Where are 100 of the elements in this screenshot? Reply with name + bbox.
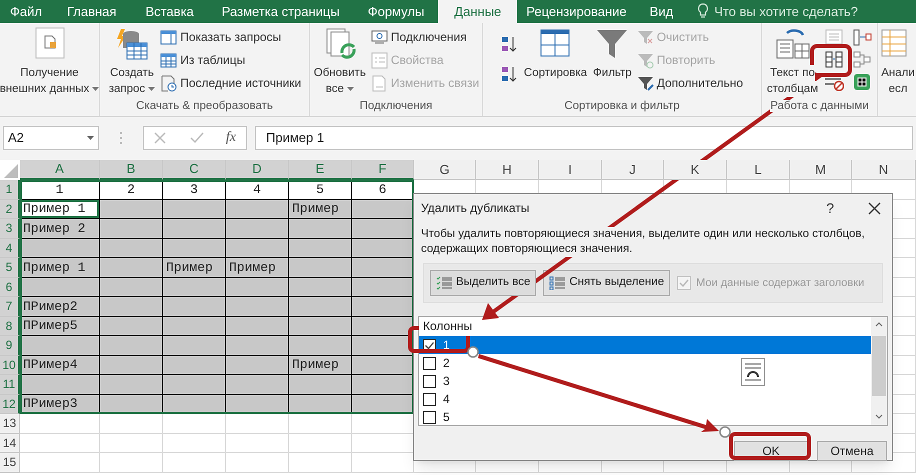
column-header[interactable]: M xyxy=(790,160,852,180)
ribbon-tab[interactable]: Рецензирование xyxy=(517,0,636,23)
ribbon-button[interactable]: Показать запросы xyxy=(160,27,302,47)
close-button[interactable] xyxy=(868,201,882,215)
unselect-all-button[interactable]: Снять выделение xyxy=(543,270,670,296)
empty-cell xyxy=(100,453,163,472)
row-header[interactable]: 4 xyxy=(0,238,20,258)
column-list-item[interactable]: 5 xyxy=(419,408,871,426)
column-header[interactable]: J xyxy=(602,160,664,180)
flash-fill-button[interactable] xyxy=(823,27,846,47)
ribbon-button[interactable]: Сортировка xyxy=(522,27,588,81)
table-cell: Пример 2 xyxy=(20,219,100,238)
column-header[interactable]: A xyxy=(20,160,100,180)
ribbon-button[interactable]: Из таблицы xyxy=(160,50,302,70)
ribbon-button[interactable]: Текст по столбцам xyxy=(766,27,820,97)
caret-icon xyxy=(148,87,156,91)
close-icon xyxy=(868,202,881,214)
help-button[interactable]: ? xyxy=(826,198,834,218)
empty-cell xyxy=(100,414,163,434)
column-header[interactable]: F xyxy=(352,160,414,180)
column-list-item[interactable]: 4 xyxy=(419,390,871,408)
row-header[interactable]: 10 xyxy=(0,356,20,375)
active-cell: Пример 1 xyxy=(20,200,100,219)
column-list-item[interactable]: 3 xyxy=(419,372,871,390)
table-icon xyxy=(160,28,178,46)
checkbox[interactable] xyxy=(423,356,436,370)
column-list-item[interactable]: 2 xyxy=(419,354,871,372)
column-header[interactable]: L xyxy=(727,160,790,180)
relationships-button[interactable] xyxy=(851,49,874,69)
row-header[interactable]: 3 xyxy=(0,219,20,238)
group-label: Работа с данными xyxy=(770,100,869,112)
ribbon-tab[interactable]: Формулы xyxy=(354,0,438,23)
column-header[interactable]: B xyxy=(100,160,163,180)
insert-function-button[interactable]: fx xyxy=(226,127,236,148)
column-header[interactable]: C xyxy=(163,160,226,180)
ribbon-tab[interactable]: Вставка xyxy=(131,0,208,23)
funnel-refresh-icon xyxy=(636,52,654,68)
row-header[interactable]: 6 xyxy=(0,278,20,297)
row-header[interactable]: 12 xyxy=(0,394,20,414)
text-wrap-icon xyxy=(741,358,765,386)
ribbon-button[interactable]: Обновить все xyxy=(312,27,367,97)
row-header[interactable]: 8 xyxy=(0,316,20,336)
empty-cell xyxy=(289,414,352,434)
ribbon-tab[interactable]: Данные xyxy=(438,0,518,23)
columns-icon xyxy=(824,50,844,68)
handle-dot xyxy=(467,346,479,358)
empty-cell xyxy=(289,434,352,453)
ribbon-button[interactable]: Создать запрос xyxy=(108,27,156,97)
checkbox[interactable] xyxy=(423,410,436,424)
column-header[interactable]: H xyxy=(476,160,539,180)
table-cell: ПРимер4 xyxy=(20,356,100,375)
lightbulb-icon xyxy=(697,3,710,19)
ribbon-button[interactable]: Последние источники xyxy=(160,73,302,93)
ribbon-button[interactable]: Дополнительно xyxy=(636,73,744,93)
columns-arrow-icon xyxy=(852,28,872,46)
empty-cell xyxy=(100,434,163,453)
caret-icon xyxy=(346,87,354,91)
row-header[interactable]: 15 xyxy=(0,453,20,472)
column-list-item[interactable]: 1 xyxy=(419,336,871,354)
ribbon-button[interactable]: Подключения xyxy=(370,27,480,47)
table-cell: Пример xyxy=(163,258,226,278)
ribbon-tab[interactable]: Главная xyxy=(52,0,132,23)
ribbon-button[interactable]: Фильтр xyxy=(592,27,633,81)
funnel-clear-icon xyxy=(636,28,654,46)
row-header[interactable]: 5 xyxy=(0,258,20,278)
table-cell: ПРимер5 xyxy=(20,316,100,336)
remove-duplicates-button[interactable] xyxy=(823,49,846,69)
row-header[interactable]: 13 xyxy=(0,414,20,434)
column-header[interactable]: D xyxy=(226,160,289,180)
table-cell: ПРимер2 xyxy=(20,297,100,316)
column-header[interactable]: N xyxy=(852,160,916,180)
ribbon-button[interactable]: Получение внешних данных xyxy=(0,27,100,97)
row-header[interactable]: 11 xyxy=(0,375,20,394)
column-header[interactable]: K xyxy=(664,160,727,180)
ribbon-tab[interactable]: Вид xyxy=(636,0,688,23)
ribbon-tab[interactable]: Файл xyxy=(0,0,52,23)
close-icon xyxy=(154,132,166,144)
column-header[interactable]: G xyxy=(414,160,476,180)
row-header[interactable]: 7 xyxy=(0,297,20,316)
ribbon-button[interactable]: Анали есл xyxy=(879,27,916,97)
row-header[interactable]: 9 xyxy=(0,336,20,356)
name-box[interactable]: A2 xyxy=(3,126,99,150)
text-columns-icon xyxy=(774,27,810,61)
formula-field[interactable]: Пример 1 xyxy=(255,126,913,150)
column-header[interactable]: E xyxy=(289,160,352,180)
clock-document-icon xyxy=(160,74,178,92)
table-cell: Пример xyxy=(226,258,289,278)
consolidate-button[interactable] xyxy=(851,27,874,47)
checkbox[interactable] xyxy=(423,392,436,406)
row-header[interactable]: 14 xyxy=(0,434,20,453)
ribbon-tab[interactable]: Разметка страницы xyxy=(208,0,354,23)
row-header[interactable]: 2 xyxy=(0,200,20,219)
select-all-button[interactable]: Выделить все xyxy=(430,270,536,296)
search-hint[interactable]: Что вы хотите сделать? xyxy=(714,0,858,23)
checkbox[interactable] xyxy=(423,374,436,388)
row-header[interactable]: 1 xyxy=(0,180,20,200)
cancel-button[interactable]: Отмена xyxy=(817,441,887,461)
dialog-title: Удалить дубликаты xyxy=(421,200,530,217)
group-label: Подключения xyxy=(360,100,432,112)
column-header[interactable]: I xyxy=(539,160,602,180)
